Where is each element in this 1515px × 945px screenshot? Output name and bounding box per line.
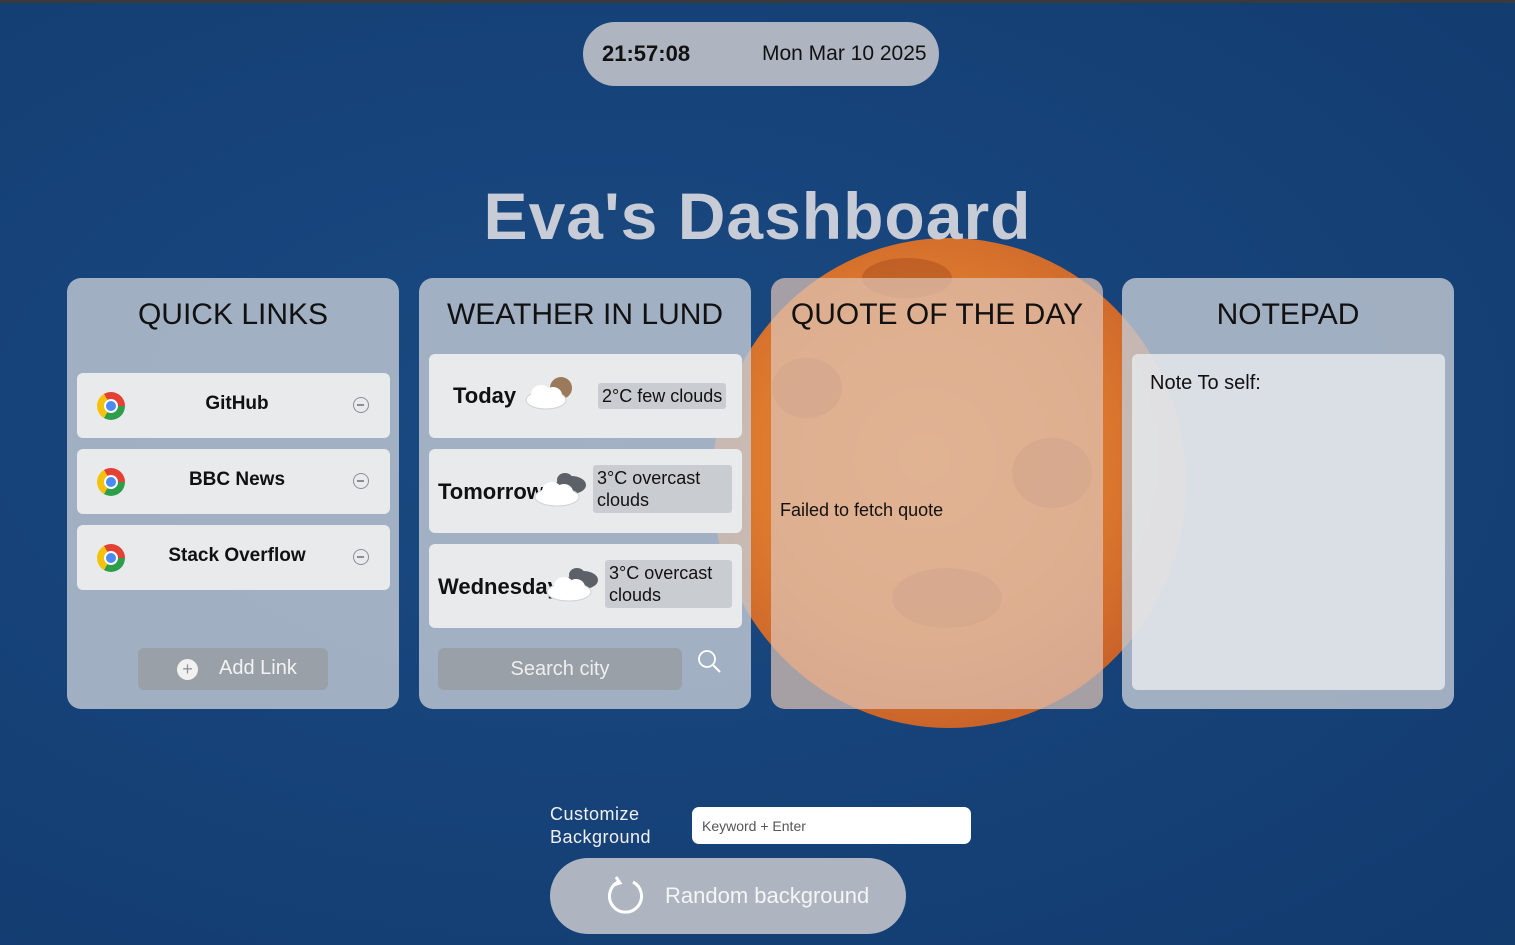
remove-link-icon[interactable]: [353, 549, 369, 565]
remove-link-icon[interactable]: [353, 473, 369, 489]
quick-link-label[interactable]: BBC News: [137, 469, 337, 491]
quote-text: Failed to fetch quote: [780, 500, 944, 520]
random-background-button[interactable]: Random background: [550, 858, 906, 934]
weather-description-line: 3°C overcast: [597, 468, 701, 488]
remove-link-icon[interactable]: [353, 397, 369, 413]
quick-link-label[interactable]: GitHub: [137, 393, 337, 415]
clock-widget: 21:57:08 Mon Mar 10 2025: [583, 22, 939, 86]
window-top-border: [0, 0, 1515, 3]
notepad-content[interactable]: Note To self:: [1150, 372, 1261, 395]
customize-label-line: Background: [550, 827, 652, 847]
quick-link-bbc-news[interactable]: BBC News: [77, 449, 390, 514]
notepad-textarea[interactable]: Note To self:: [1132, 354, 1445, 690]
chrome-icon: [97, 544, 125, 572]
quick-links-panel: QUICK LINKS GitHub BBC News Stack Overfl…: [67, 278, 399, 709]
weather-day-label: Tomorrow: [438, 479, 544, 504]
overcast-clouds-icon: [546, 568, 598, 602]
notepad-panel: NOTEPAD Note To self:: [1122, 278, 1454, 709]
search-icon[interactable]: [697, 649, 723, 675]
notepad-heading: NOTEPAD: [1216, 298, 1360, 331]
dashboard-title[interactable]: Eva's Dashboard: [0, 178, 1515, 254]
clock-time: 21:57:08: [602, 41, 691, 66]
weather-description: 3°C overcast clouds: [593, 465, 732, 513]
weather-description-line: clouds: [609, 585, 662, 605]
refresh-icon: [608, 876, 643, 914]
quick-link-stack-overflow[interactable]: Stack Overflow: [77, 525, 390, 590]
weather-description-line: 3°C overcast: [609, 563, 713, 583]
overcast-clouds-icon: [534, 473, 586, 507]
quick-link-github[interactable]: GitHub: [77, 373, 390, 438]
quote-heading: QUOTE OF THE DAY: [790, 298, 1084, 331]
add-link-label: Add Link: [219, 657, 297, 679]
weather-day-card: Today 2°C few clouds: [429, 354, 742, 438]
clock-date: Mon Mar 10 2025: [762, 42, 927, 65]
search-city-input[interactable]: [438, 648, 682, 690]
weather-day-label: Today: [453, 383, 517, 408]
weather-panel: WEATHER IN LUND Today 2°C few clouds Tom…: [419, 278, 751, 709]
weather-description: 2°C few clouds: [598, 383, 727, 409]
weather-description: 3°C overcast clouds: [605, 560, 732, 608]
weather-heading: WEATHER IN LUND: [446, 298, 724, 331]
random-background-label: Random background: [665, 883, 870, 908]
quick-link-label[interactable]: Stack Overflow: [137, 545, 337, 567]
weather-day-card: Tomorrow 3°C overcast clouds: [429, 449, 742, 533]
few-clouds-icon: [525, 377, 572, 410]
customize-label-line: Customize: [550, 804, 640, 824]
customize-background-label: Customize Background: [550, 803, 651, 849]
weather-day-label: Wednesday: [438, 574, 560, 599]
chrome-icon: [97, 468, 125, 496]
quick-links-heading: QUICK LINKS: [137, 298, 329, 331]
plus-icon: +: [177, 659, 198, 680]
background-keyword-input[interactable]: [692, 807, 971, 844]
add-link-button[interactable]: + Add Link: [138, 648, 328, 690]
weather-day-card: Wednesday 3°C overcast clouds: [429, 544, 742, 628]
chrome-icon: [97, 392, 125, 420]
quote-panel: QUOTE OF THE DAY Failed to fetch quote: [771, 278, 1103, 709]
weather-description-line: clouds: [597, 490, 650, 510]
